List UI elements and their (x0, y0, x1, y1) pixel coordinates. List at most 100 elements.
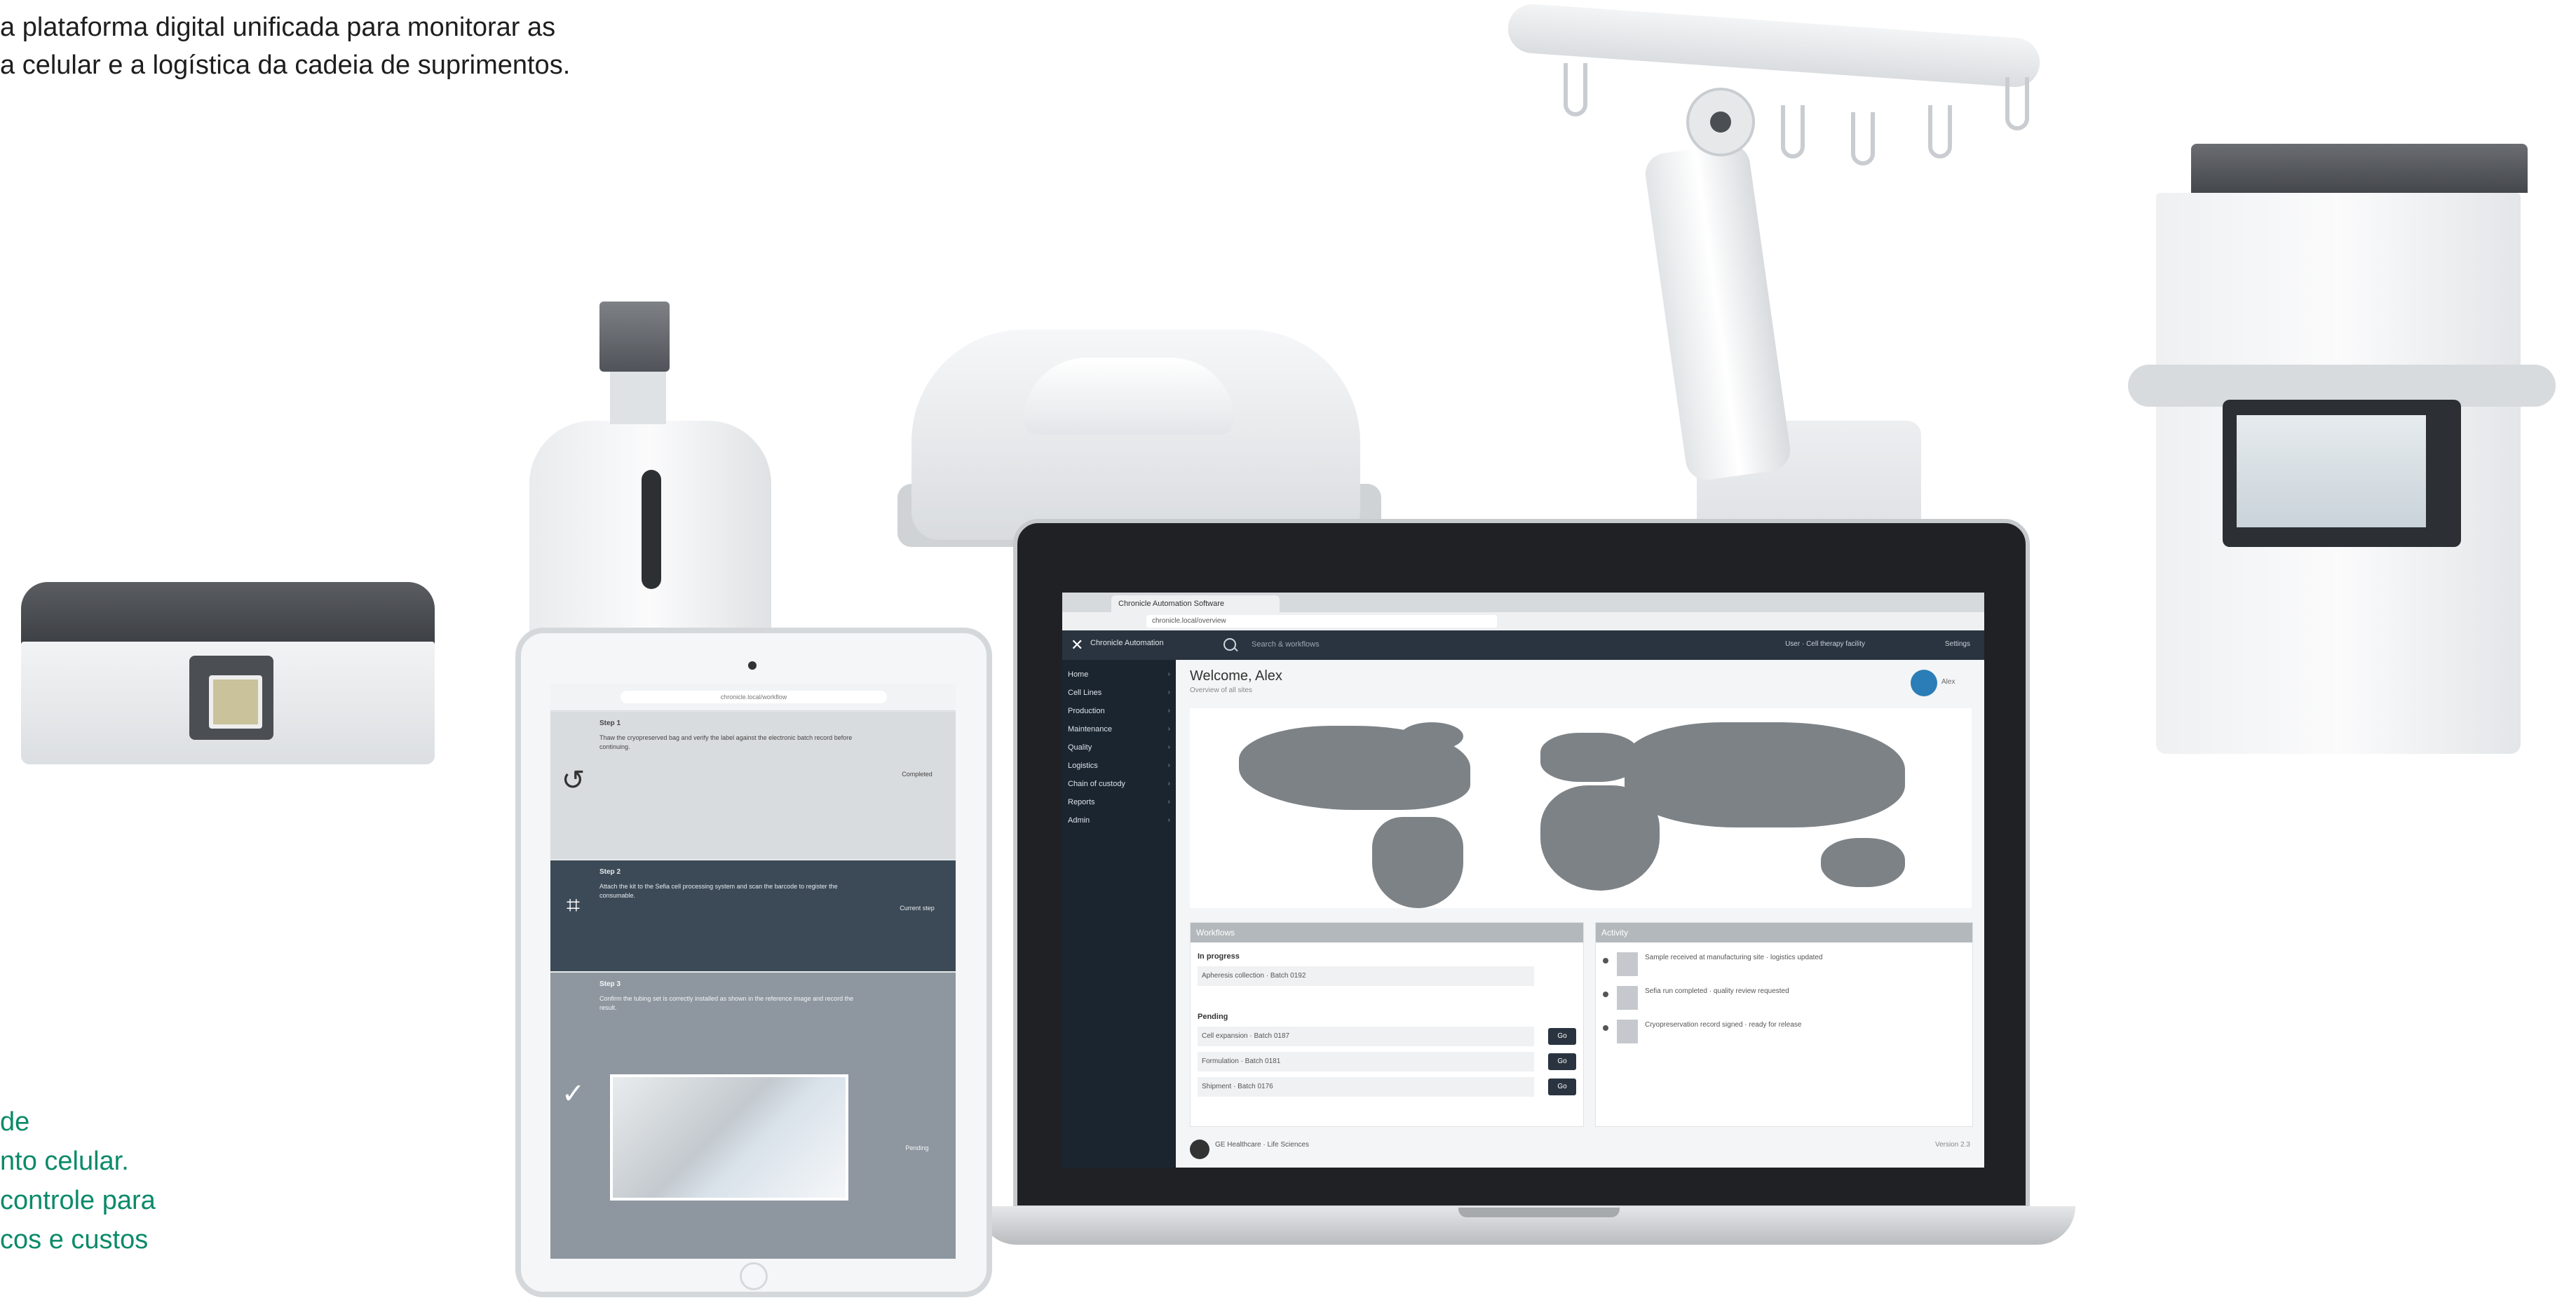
activity-panel-title: Activity (1596, 923, 1972, 942)
chevron-right-icon: › (1167, 816, 1170, 824)
benchtop-lid (21, 582, 435, 649)
map-asia (1625, 722, 1905, 827)
app-logo-icon[interactable]: ✕ (1071, 635, 1086, 656)
step-text: Thaw the cryopreserved bag and verify th… (599, 734, 853, 750)
dome-window (1024, 358, 1234, 435)
app-brand: Chronicle Automation (1090, 639, 1164, 647)
search-input[interactable]: Search & workflows (1252, 640, 1320, 649)
step-status: Pending (905, 1144, 929, 1151)
workflow-step-1[interactable]: ↺ Step 1 Thaw the cryopreserved bag and … (550, 712, 956, 859)
sidebar-item-chain-of-custody[interactable]: Chain of custody › (1068, 776, 1173, 792)
hook-icon (2005, 77, 2029, 130)
cabinet-top (2191, 144, 2528, 193)
map-europe (1540, 733, 1639, 782)
chevron-right-icon: › (1167, 689, 1170, 696)
feature-line-1: de (0, 1107, 30, 1137)
world-map[interactable] (1190, 708, 1972, 908)
scan-icon: ⌗ (566, 892, 581, 919)
tablet-address-input[interactable]: chronicle.local/workflow (621, 691, 887, 703)
map-australia (1821, 838, 1905, 887)
workflow-step-2[interactable]: ⌗ Step 2 Attach the kit to the Sefia cel… (550, 860, 956, 971)
avatar[interactable] (1911, 670, 1937, 696)
pending-item[interactable]: Formulation · Batch 0181 Go (1198, 1052, 1576, 1071)
sidebar-item-label: Production (1068, 707, 1105, 715)
pending-item[interactable]: Shipment · Batch 0176 Go (1198, 1077, 1576, 1097)
sidebar-item-label: Cell Lines (1068, 689, 1102, 697)
pending-item-text: Formulation · Batch 0181 (1202, 1057, 1281, 1065)
check-icon: ✓ (561, 1079, 585, 1109)
pending-item[interactable]: Cell expansion · Batch 0187 Go (1198, 1027, 1576, 1046)
tablet-camera (748, 661, 757, 670)
sidebar-item-cell-lines[interactable]: Cell Lines › (1068, 685, 1173, 701)
chevron-right-icon: › (1167, 780, 1170, 787)
workflows-panel: Workflows In progress Apheresis collecti… (1190, 922, 1584, 1127)
pending-item-text: Cell expansion · Batch 0187 (1202, 1032, 1290, 1040)
sidebar-item-label: Chain of custody (1068, 780, 1125, 788)
sidebar-item-logistics[interactable]: Logistics › (1068, 758, 1173, 773)
search-icon[interactable] (1223, 638, 1236, 651)
activity-panel: Activity Sample received at manufacturin… (1595, 922, 1973, 1127)
tablet-home-button[interactable] (740, 1262, 768, 1290)
feature-line-3: controle para (0, 1186, 156, 1215)
browser-tab[interactable]: Chronicle Automation Software (1111, 595, 1280, 612)
page-subtitle: Overview of all sites (1190, 687, 1252, 694)
undo-icon: ↺ (561, 765, 585, 796)
workflows-panel-title: Workflows (1191, 923, 1583, 942)
activity-item[interactable]: Cryopreservation record signed · ready f… (1603, 1020, 1984, 1045)
browser-address-bar: chronicle.local/overview (1062, 612, 1984, 631)
hook-icon (1851, 112, 1875, 165)
laptop-notch (1458, 1208, 1620, 1217)
chevron-right-icon: › (1167, 798, 1170, 806)
reference-image (610, 1074, 848, 1201)
chevron-right-icon: › (1167, 743, 1170, 751)
document-icon (1617, 952, 1638, 976)
feature-list: de nto celular. controle para cos e cust… (0, 1102, 224, 1259)
sidebar: Home › Cell Lines › Production › Maintenanc… (1062, 660, 1176, 1168)
step-title: Step 2 (599, 868, 621, 876)
workflow-step-3[interactable]: ✓ Step 3 Confirm the tubing set is corre… (550, 973, 956, 1259)
step-body: Step 3 Confirm the tubing set is correct… (599, 980, 866, 1013)
tower-neck (610, 368, 666, 424)
pending-item-text: Shipment · Batch 0176 (1202, 1083, 1273, 1090)
chevron-right-icon: › (1167, 707, 1170, 715)
user-menu[interactable]: User · Cell therapy facility (1785, 640, 1865, 648)
sidebar-item-maintenance[interactable]: Maintenance › (1068, 722, 1173, 737)
pending-label: Pending (1198, 1013, 1228, 1021)
step-body: Step 1 Thaw the cryopreserved bag and ve… (599, 719, 866, 752)
activity-text: Sample received at manufacturing site · … (1645, 954, 1823, 961)
page-title: Welcome, Alex (1190, 668, 1282, 684)
tower-slot (642, 470, 661, 589)
hanger-joint (1686, 88, 1755, 156)
sidebar-item-reports[interactable]: Reports › (1068, 795, 1173, 810)
go-button[interactable]: Go (1548, 1079, 1576, 1095)
tablet-address-bar: chronicle.local/workflow (550, 684, 956, 711)
sidebar-item-home[interactable]: Home › (1068, 667, 1173, 682)
in-progress-label: In progress (1198, 952, 1240, 961)
document-icon (1617, 986, 1638, 1010)
activity-item[interactable]: Sefia run completed · quality review req… (1603, 986, 1984, 1011)
step-body: Step 2 Attach the kit to the Sefia cell … (599, 867, 866, 900)
feature-line-4: cos e custos (0, 1225, 149, 1255)
sidebar-item-quality[interactable]: Quality › (1068, 740, 1173, 755)
headline-line-2: a celular e a logística da cadeia de sup… (0, 50, 571, 80)
hanger-pole (1643, 141, 1793, 483)
activity-text: Sefia run completed · quality review req… (1645, 987, 1789, 995)
bullet-icon (1603, 992, 1608, 997)
sidebar-item-label: Maintenance (1068, 725, 1112, 733)
hook-icon (1928, 105, 1952, 158)
in-progress-item[interactable]: Apheresis collection · Batch 0192 (1198, 966, 1534, 986)
sidebar-item-admin[interactable]: Admin › (1068, 813, 1173, 828)
avatar-name: Alex (1941, 678, 1955, 686)
activity-item[interactable]: Sample received at manufacturing site · … (1603, 952, 1984, 978)
sidebar-item-production[interactable]: Production › (1068, 703, 1173, 719)
bullet-icon (1603, 1025, 1608, 1031)
app-topbar: ✕ Chronicle Automation Search & workflow… (1062, 630, 1984, 660)
go-button[interactable]: Go (1548, 1028, 1576, 1045)
settings-link[interactable]: Settings (1945, 640, 1970, 648)
address-input[interactable]: chronicle.local/overview (1146, 615, 1497, 628)
map-greenland (1400, 722, 1463, 750)
sidebar-item-label: Logistics (1068, 762, 1098, 770)
step-status: Current step (900, 905, 935, 912)
sidebar-item-label: Home (1068, 670, 1089, 679)
go-button[interactable]: Go (1548, 1053, 1576, 1070)
